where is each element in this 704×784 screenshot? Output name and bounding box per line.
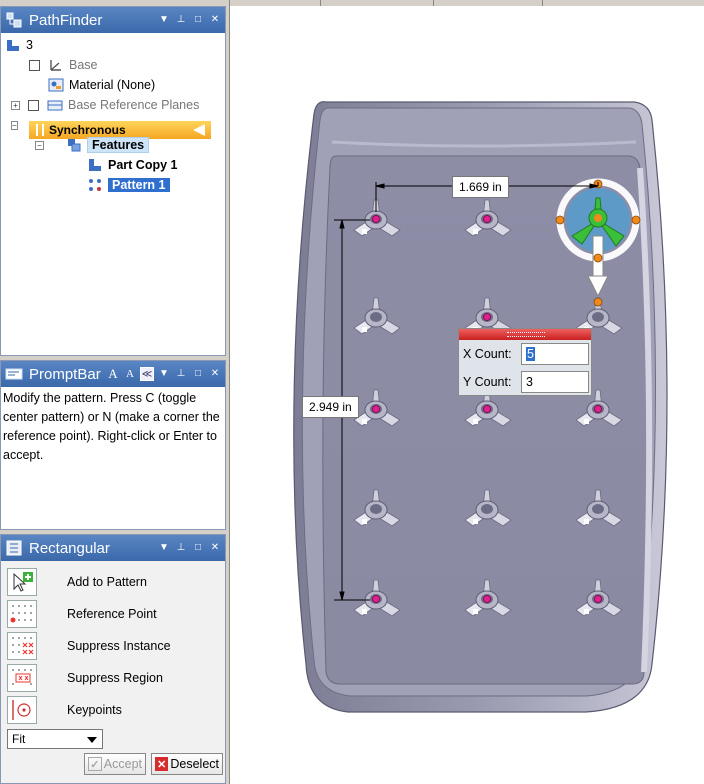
tree-item-features[interactable]: − Features (35, 135, 150, 155)
maximize-icon[interactable]: □ (191, 13, 205, 27)
visibility-checkbox[interactable] (29, 59, 40, 71)
deselect-label: Deselect (170, 757, 219, 771)
close-icon[interactable]: ✕ (208, 541, 222, 555)
tree-item-base-reference-planes[interactable]: + Base Reference Planes (11, 95, 199, 115)
command-label: Add to Pattern (67, 575, 147, 589)
tree-item-label: Base Reference Planes (68, 98, 200, 112)
suppress-region-icon (7, 664, 37, 692)
expand-icon[interactable]: + (11, 100, 20, 110)
coordinate-system-icon (48, 57, 64, 73)
prompt-message: Modify the pattern. Press C (toggle cent… (3, 391, 220, 462)
reference-point-command[interactable]: Reference Point (7, 599, 157, 629)
promptbar-icon (5, 365, 23, 383)
collapse-icon[interactable]: − (11, 120, 18, 130)
promptbar-title: PromptBar (29, 365, 101, 383)
tree-item-pattern[interactable]: Pattern 1 (87, 175, 170, 195)
deselect-button[interactable]: ✕ Deselect (151, 753, 223, 775)
maximize-icon[interactable]: □ (191, 541, 205, 555)
dropdown-icon[interactable]: ▼ (157, 367, 171, 381)
y-count-row: Y Count: 3 (463, 371, 589, 393)
pattern-icon (87, 177, 103, 193)
fit-dropdown[interactable]: Fit (7, 729, 103, 749)
tree-item-label: Material (None) (69, 78, 156, 92)
accept-label: Accept (103, 757, 142, 771)
dropdown-icon[interactable]: ▼ (157, 13, 171, 27)
x-count-value: 5 (526, 347, 535, 361)
command-label: Suppress Instance (67, 639, 171, 653)
dropdown-icon[interactable]: ▼ (157, 541, 171, 555)
y-count-label: Y Count: (463, 375, 512, 389)
vertical-dimension-label[interactable]: 2.949 in (302, 396, 359, 418)
rectangular-title: Rectangular (29, 539, 110, 557)
x-count-label: X Count: (463, 347, 512, 361)
x-count-row: X Count: 5 (463, 343, 589, 365)
features-icon (66, 137, 82, 153)
pathfinder-title: PathFinder (29, 11, 103, 29)
x-count-input[interactable]: 5 (521, 343, 589, 365)
part-copy-icon (87, 157, 103, 173)
pin-icon[interactable]: ⊥ (174, 13, 188, 27)
reference-point-icon (7, 600, 37, 628)
suppress-instance-icon (7, 632, 37, 660)
tree-item-label: Pattern 1 (108, 178, 170, 192)
pin-icon[interactable]: ⊥ (174, 541, 188, 555)
pathfinder-icon (5, 11, 23, 29)
add-to-pattern-command[interactable]: Add to Pattern (7, 567, 147, 597)
collapse-icon[interactable]: − (35, 140, 44, 150)
tree-item-base[interactable]: Base (29, 55, 98, 75)
font-smaller-icon[interactable]: A (123, 367, 137, 381)
close-icon[interactable]: ✕ (208, 13, 222, 27)
suppress-instance-command[interactable]: Suppress Instance (7, 631, 171, 661)
accept-button[interactable]: ✓ Accept (84, 753, 146, 775)
rectangular-header: Rectangular ▼ ⊥ □ ✕ (1, 535, 225, 561)
pattern-count-dialog: X Count: 5 Y Count: 3 (458, 328, 592, 396)
tree-item-material[interactable]: Material (None) (48, 75, 155, 95)
rectangular-panel: Rectangular ▼ ⊥ □ ✕ Add to Pattern Refer… (0, 534, 226, 784)
visibility-checkbox[interactable] (28, 99, 39, 111)
rectangular-icon (5, 539, 23, 557)
keypoints-command[interactable]: Keypoints (7, 695, 122, 725)
tree-item-label: Base (69, 58, 98, 72)
deselect-x-icon: ✕ (155, 757, 169, 771)
command-label: Reference Point (67, 607, 157, 621)
arrow-left-icon (193, 124, 205, 136)
part-icon (5, 37, 21, 53)
command-label: Suppress Region (67, 671, 163, 685)
y-count-input[interactable]: 3 (521, 371, 589, 393)
pathfinder-header: PathFinder ▼ ⊥ □ ✕ (1, 7, 225, 33)
pathfinder-panel: PathFinder ▼ ⊥ □ ✕ 3 Base Material (None… (0, 6, 226, 356)
tree-item-part-copy[interactable]: Part Copy 1 (87, 155, 177, 175)
tree-item-label: 3 (26, 38, 33, 52)
material-icon (48, 77, 64, 93)
tree-item-label: Features (87, 137, 150, 153)
dialog-drag-handle[interactable] (459, 329, 591, 340)
font-larger-icon[interactable]: A (106, 367, 120, 381)
promptbar-header: PromptBar A A ≪ ▼ ⊥ □ ✕ (1, 361, 225, 387)
tree-item-label: Part Copy 1 (108, 158, 178, 172)
collapse-up-icon[interactable]: ≪ (140, 367, 154, 381)
reference-planes-icon (47, 97, 63, 113)
close-icon[interactable]: ✕ (208, 367, 222, 381)
pin-icon[interactable]: ⊥ (174, 367, 188, 381)
tree-item-part[interactable]: 3 (5, 35, 33, 55)
suppress-region-command[interactable]: Suppress Region (7, 663, 163, 693)
graphics-window[interactable]: 1.669 in 2.949 in X Count: 5 Y Count: 3 (229, 0, 704, 784)
command-label: Keypoints (67, 703, 122, 717)
add-to-pattern-icon (7, 568, 37, 596)
horizontal-dimension-label[interactable]: 1.669 in (452, 176, 509, 198)
keypoints-icon (7, 696, 37, 724)
maximize-icon[interactable]: □ (191, 367, 205, 381)
promptbar-panel: PromptBar A A ≪ ▼ ⊥ □ ✕ Modify the patte… (0, 360, 226, 530)
check-icon: ✓ (88, 757, 102, 771)
